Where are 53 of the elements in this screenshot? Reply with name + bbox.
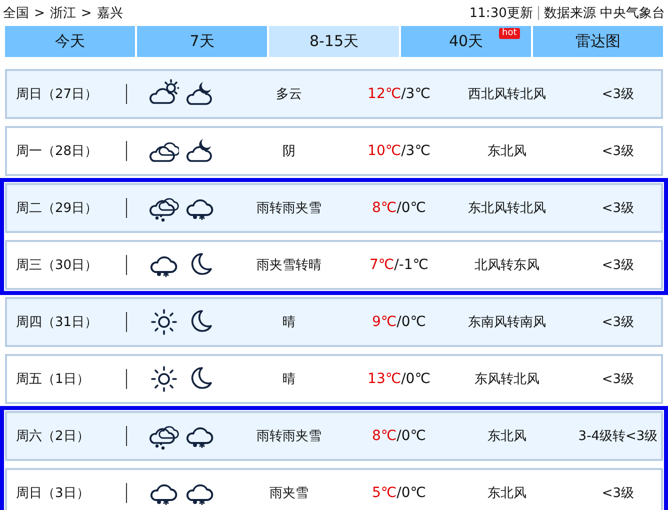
wind-level: <3级 (600, 257, 636, 274)
tab[interactable]: 雷达图 (533, 26, 663, 57)
breadcrumb-separator: > (80, 6, 92, 20)
wind-direction: 东北风 (486, 485, 528, 502)
weather-text: 雨转雨夹雪 (256, 428, 322, 445)
wind-direction: 东北风 (486, 143, 528, 160)
date-label: 周二（29日） (15, 200, 99, 217)
wind-level: <3级 (600, 485, 636, 502)
temperature-text: 13℃/0℃ (366, 371, 432, 387)
wind-direction: 东北风 (486, 428, 528, 445)
tab[interactable]: 7天 (137, 26, 267, 57)
date-label: 周日（3日） (15, 485, 90, 502)
weather-text: 雨夹雪转晴 (256, 257, 322, 274)
hot-badge: hot (499, 28, 520, 39)
wind-level: 3-4级转<3级 (577, 428, 659, 445)
wind-direction: 东北风转北风 (467, 200, 547, 217)
wind-level: <3级 (600, 371, 636, 388)
date-label: 周五（1日） (15, 371, 90, 388)
temperature-text: 12℃/3℃ (366, 86, 432, 102)
wind-direction: 西北风转北风 (467, 86, 547, 103)
weather-text: 晴 (282, 371, 296, 388)
date-label: 周一（28日） (15, 143, 99, 160)
breadcrumb-link[interactable]: 全国 (3, 4, 29, 22)
update-time: 11:30更新 (469, 5, 533, 22)
data-source: 数据来源 中央气象台 (544, 5, 665, 22)
temperature-text: 7℃/-1℃ (368, 257, 430, 273)
date-label: 周日（27日） (15, 86, 99, 103)
weather-text: 阴 (282, 143, 296, 160)
wind-level: <3级 (600, 314, 636, 331)
temperature-text: 8℃/0℃ (371, 428, 427, 444)
date-label: 周三（30日） (15, 257, 99, 274)
weather-text: 雨转雨夹雪 (256, 200, 322, 217)
wind-direction: 东风转北风 (474, 371, 540, 388)
wind-direction: 北风转东风 (474, 257, 540, 274)
temperature-text: 10℃/3℃ (366, 143, 432, 159)
date-label: 周四（31日） (15, 314, 99, 331)
temperature-text: 9℃/0℃ (371, 314, 427, 330)
date-label: 周六（2日） (15, 428, 90, 445)
wind-direction: 东南风转南风 (467, 314, 547, 331)
breadcrumb-link[interactable]: 嘉兴 (96, 4, 123, 22)
wind-level: <3级 (600, 143, 636, 160)
breadcrumb-separator: > (34, 6, 45, 20)
tab[interactable]: 8-15天 (269, 26, 399, 57)
weather-text: 晴 (282, 314, 296, 331)
wind-level: <3级 (600, 200, 636, 217)
wind-level: <3级 (600, 86, 636, 103)
tab[interactable]: 今天 (5, 26, 135, 57)
tab[interactable]: 40天 hot (401, 26, 531, 57)
weather-text: 雨夹雪 (268, 485, 310, 502)
weather-text: 多云 (275, 86, 303, 103)
breadcrumb-link[interactable]: 浙江 (50, 4, 76, 22)
temperature-text: 8℃/0℃ (371, 200, 427, 216)
temperature-text: 5℃/0℃ (371, 485, 427, 501)
